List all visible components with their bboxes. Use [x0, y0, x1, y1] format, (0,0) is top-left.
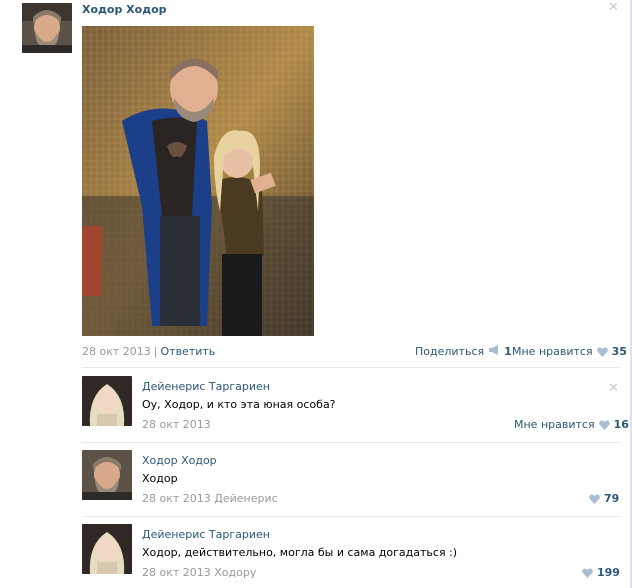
comment-avatar[interactable]	[82, 450, 132, 500]
comment-text: Оу, Ходор, и кто эта юная особа?	[142, 398, 336, 411]
like-count: 35	[611, 345, 627, 358]
comment-author[interactable]: Дейенерис Таргариен	[142, 380, 270, 393]
close-icon[interactable]: ✕	[608, 1, 619, 14]
author-avatar[interactable]	[22, 3, 72, 53]
divider	[82, 516, 620, 517]
comment-like-button[interactable]: 79	[589, 492, 619, 505]
heart-icon	[582, 567, 593, 578]
divider	[82, 367, 620, 368]
comment-avatar[interactable]	[82, 376, 132, 426]
heart-icon	[589, 493, 600, 504]
comment-author[interactable]: Ходор Ходор	[142, 454, 217, 467]
comment-like-button[interactable]: Мне нравится 16	[514, 418, 629, 431]
separator: |	[153, 345, 158, 358]
wall-post: Ходор Ходор ✕ 28 окт 2013 | Ответить Под…	[0, 0, 630, 588]
comment-text: Ходор, действительно, могла бы и сама до…	[142, 546, 458, 559]
like-count: 199	[597, 566, 620, 579]
like-label: Мне нравится	[512, 345, 593, 358]
share-label: Поделиться	[415, 345, 485, 358]
comment-avatar[interactable]	[82, 524, 132, 574]
comment-date[interactable]: 28 окт 2013 Дейенерис	[142, 492, 278, 505]
comment-date[interactable]: 28 окт 2013	[142, 418, 211, 431]
heart-icon	[598, 419, 610, 430]
close-icon[interactable]: ✕	[608, 382, 619, 395]
post-date[interactable]: 28 окт 2013	[82, 345, 151, 358]
heart-icon	[596, 346, 608, 357]
share-count: 1	[504, 345, 512, 358]
divider	[82, 442, 620, 443]
comment-like-button[interactable]: 199	[582, 566, 620, 579]
post-photo[interactable]	[82, 26, 314, 336]
post-author-name[interactable]: Ходор Ходор	[82, 3, 167, 16]
like-button[interactable]: Мне нравится 35	[512, 345, 627, 358]
reply-link[interactable]: Ответить	[161, 345, 216, 358]
megaphone-icon	[488, 345, 500, 358]
like-count: 79	[604, 492, 620, 505]
like-label: Мне нравится	[514, 418, 595, 431]
comment-text: Ходор	[142, 472, 178, 485]
post-meta: 28 окт 2013 | Ответить	[82, 345, 215, 358]
comment-author[interactable]: Дейенерис Таргариен	[142, 528, 270, 541]
like-count: 16	[613, 418, 629, 431]
comment-date[interactable]: 28 окт 2013 Ходору	[142, 566, 256, 579]
share-button[interactable]: Поделиться 1	[415, 345, 512, 358]
